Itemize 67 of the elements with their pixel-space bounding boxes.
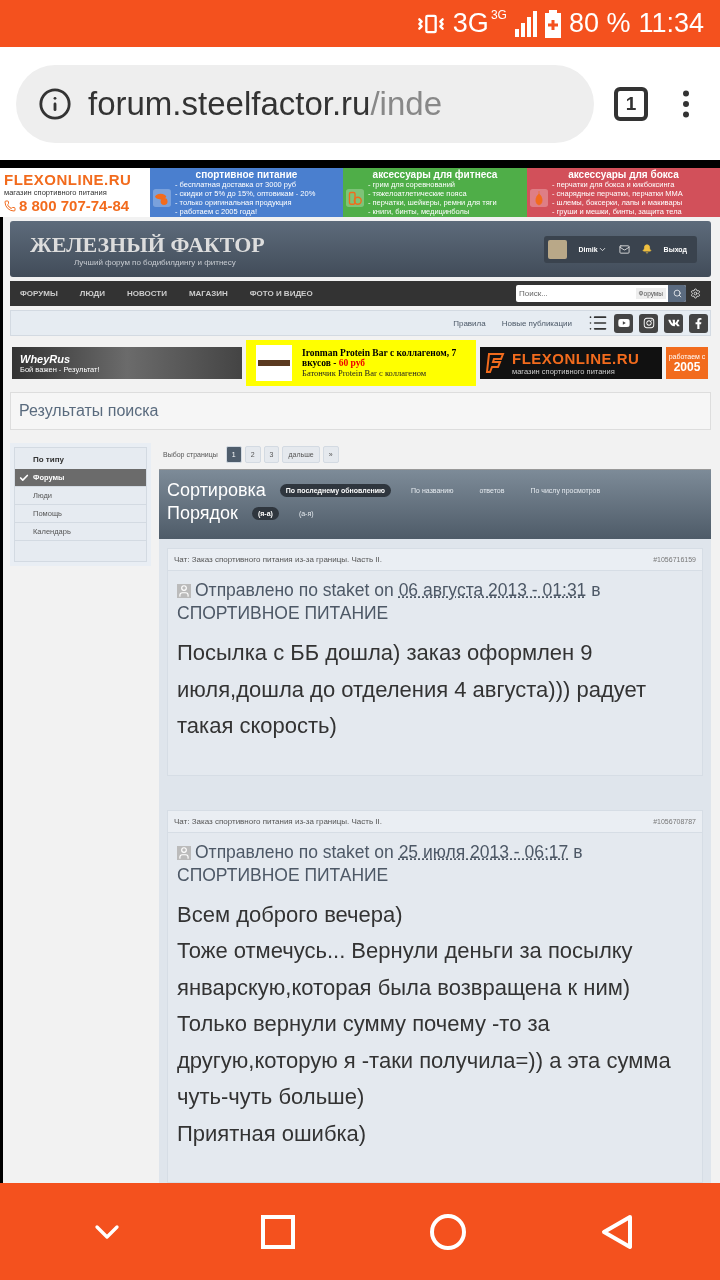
post-text: Только вернули сумму почему -то за другую,которую я -таки получила=)) а эта сумма чуть-чуть больше) (177, 1010, 672, 1111)
page-title: Результаты поиска (19, 402, 159, 420)
facebook-icon[interactable] (689, 313, 708, 333)
sidebar-heading: По типу (32, 454, 65, 466)
bottle-icon (345, 189, 364, 207)
shop-logo: FLEXONLINE.RU (4, 171, 133, 188)
phone-number: 8 800 707-74-84 (19, 197, 130, 214)
youtube-icon[interactable] (614, 313, 633, 333)
post-byline: Отправлено по staket on 06 августа 2013 - 01:31 в СПОРТИВНОЕ ПИТАНИЕ (177, 579, 602, 625)
post-date: 25 июля 2013 - 06:17 (398, 841, 569, 862)
signal-icon (514, 10, 537, 37)
sort-label: Сортировка (167, 480, 266, 501)
avatar[interactable] (547, 239, 567, 259)
battery-icon (544, 9, 561, 38)
site-tagline: Лучший форум по бодибилдингу и фитнесу (74, 257, 237, 267)
home-icon[interactable] (429, 1212, 467, 1251)
ad-banner[interactable]: Ironman Protein Bar с коллагеном, 7 вкусов - 60 руб Батончик Protein Bar с коллагеном (246, 340, 476, 386)
post-text: Приятная ошибка) (177, 1119, 368, 1148)
thread-link[interactable]: Чат: Заказ спортивного питания из-за границы. Часть II. (174, 555, 383, 564)
url-text: forum.steelfactor.ru/inde (88, 84, 442, 123)
product-picture (256, 345, 292, 381)
nav-link[interactable]: ФОРУМЫ (20, 289, 58, 298)
info-icon[interactable] (38, 86, 72, 121)
since-year: 2005 (673, 359, 701, 374)
order-label: Порядок (167, 503, 238, 524)
address-bar[interactable]: forum.steelfactor.ru/inde (16, 64, 594, 143)
ad-logo: FLEXONLINE.RU (512, 350, 640, 367)
nav-link[interactable]: МАГАЗИН (188, 289, 228, 298)
sub-nav-link[interactable]: Новые публикации (501, 318, 572, 328)
nav-link[interactable]: ЛЮДИ (79, 289, 105, 298)
instagram-icon[interactable] (639, 313, 658, 333)
ad-subtitle: Батончик Protein Bar с коллагеном (302, 368, 428, 378)
promo-title: аксессуары для бокса (567, 169, 680, 180)
phone-icon (4, 199, 16, 212)
user-icon (177, 845, 191, 860)
nav-link[interactable]: ФОТО И ВИДЕО (249, 289, 313, 298)
punching-bag-icon (530, 189, 549, 207)
ad-logo: WheyRus (20, 352, 72, 365)
post-byline: Отправлено по staket on 25 июля 2013 - 06:17 в СПОРТИВНОЕ ПИТАНИЕ (177, 840, 584, 887)
mail-icon[interactable] (618, 243, 630, 255)
clock: 11:34 (638, 8, 704, 39)
promo-title: аксессуары для фитнеса (371, 169, 499, 180)
vk-icon[interactable] (664, 313, 683, 333)
bell-icon[interactable] (641, 244, 652, 254)
recents-icon[interactable] (261, 1214, 295, 1249)
post-text: Посылка с ББ дошла) заказ оформлен 9 июля,дошла до отделения 4 августа))) радует такая скорость) (177, 639, 648, 740)
ad-title: Ironman Protein Bar с коллагеном, 7 вкусов - 60 руб (302, 348, 458, 368)
sub-nav-link[interactable]: Правила (453, 318, 486, 328)
list-icon[interactable] (588, 313, 608, 333)
pills-icon (153, 189, 171, 207)
network-type: 3G (452, 8, 489, 39)
promo-title: спортивное питание (194, 169, 299, 180)
post-date: 06 августа 2013 - 01:31 (398, 580, 587, 600)
settings-icon[interactable] (690, 288, 701, 299)
tab-count-button[interactable]: 1 (614, 86, 648, 121)
search-icon (672, 289, 682, 298)
user-icon (177, 584, 191, 599)
battery-level: 80 % (568, 8, 631, 39)
network-superscript-label: 3G (490, 8, 507, 22)
thread-link[interactable]: Чат: Заказ спортивного питания из-за границы. Часть II. (174, 816, 383, 826)
post-text: Всем доброго вечера) (177, 900, 404, 929)
post-text: Тоже отмечусь... Вернули деньги за посылку январскую,которая была возвращена к ним) (177, 937, 634, 1002)
nav-link[interactable]: НОВОСТИ (126, 289, 167, 298)
search-button[interactable] (668, 285, 686, 302)
check-icon (19, 473, 29, 483)
back-icon[interactable] (601, 1213, 633, 1250)
site-title[interactable]: ЖЕЛЕЗНЫЙ ФАКТОР (30, 231, 265, 258)
